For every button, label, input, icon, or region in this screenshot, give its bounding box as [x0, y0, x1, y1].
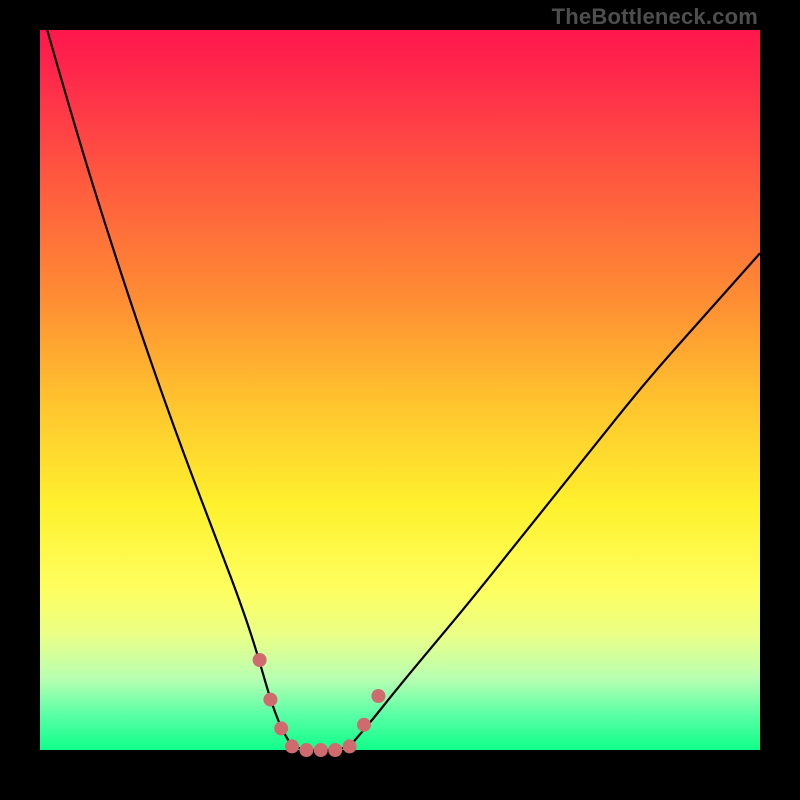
highlight-dot — [274, 721, 288, 735]
highlight-dot — [263, 693, 277, 707]
highlight-dot — [357, 718, 371, 732]
highlight-dot — [328, 743, 342, 757]
curve-layer — [40, 30, 760, 750]
highlight-dot — [343, 739, 357, 753]
watermark-label: TheBottleneck.com — [552, 4, 758, 30]
highlight-dot — [371, 689, 385, 703]
highlight-dot — [314, 743, 328, 757]
highlight-dots — [253, 653, 386, 757]
highlight-dot — [299, 743, 313, 757]
chart-frame: TheBottleneck.com — [0, 0, 800, 800]
highlight-dot — [285, 739, 299, 753]
highlight-dot — [253, 653, 267, 667]
chart-plot-area — [40, 30, 760, 750]
bottleneck-curve — [47, 30, 760, 750]
